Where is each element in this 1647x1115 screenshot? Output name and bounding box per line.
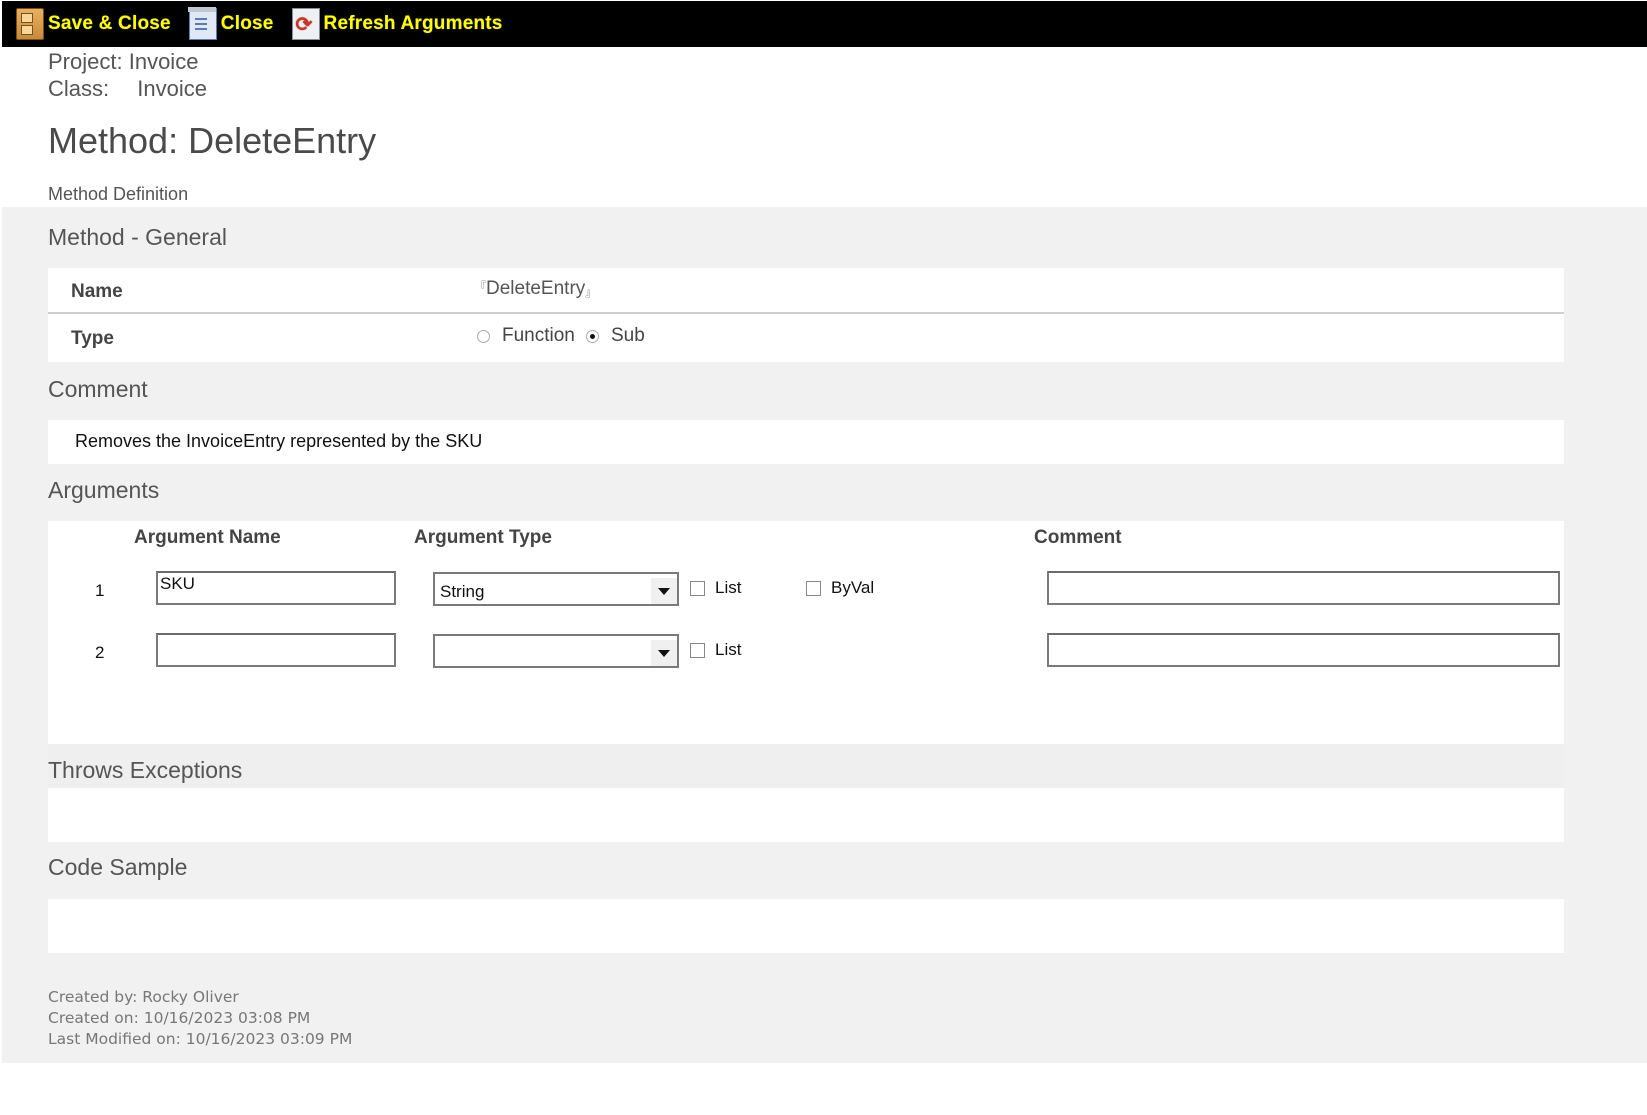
project-value: Invoice — [128, 49, 199, 74]
col-header-comment: Comment — [1034, 527, 1122, 548]
project-line: Project: Invoice — [48, 49, 198, 75]
page-title: Method: DeleteEntry — [48, 120, 377, 161]
argument-type-select[interactable]: String — [433, 572, 679, 606]
byval-checkbox-label: ByVal — [831, 578, 875, 597]
created-on: Created on: 10/16/2023 03:08 PM — [48, 1009, 311, 1027]
code-sample-box[interactable] — [48, 899, 1564, 953]
section-title-comment: Comment — [48, 376, 148, 402]
argument-row-index: 2 — [95, 643, 105, 662]
dropdown-arrow-icon[interactable] — [651, 640, 677, 666]
type-radio-sub[interactable]: Sub — [586, 325, 645, 347]
argument-type-select[interactable] — [433, 634, 679, 668]
radio-sub-label: Sub — [611, 325, 645, 346]
close-button[interactable]: Close — [187, 7, 274, 40]
byval-checkbox[interactable] — [806, 580, 821, 596]
field-start-marker: 『 — [475, 281, 486, 293]
byval-checkbox-wrap[interactable]: ByVal — [806, 578, 874, 598]
list-checkbox-wrap[interactable]: List — [690, 640, 741, 660]
file-cabinet-icon — [16, 8, 44, 40]
created-by: Created by: Rocky Oliver — [48, 988, 239, 1006]
list-checkbox-wrap[interactable]: List — [690, 578, 741, 598]
field-end-marker: 』 — [585, 287, 597, 299]
throws-header-band — [48, 744, 1564, 788]
save-close-button[interactable]: Save & Close — [16, 8, 171, 40]
col-header-argument-type: Argument Type — [414, 527, 552, 548]
save-close-label: Save & Close — [48, 13, 171, 34]
type-label: Type — [71, 328, 114, 349]
argument-comment-input[interactable] — [1047, 633, 1560, 667]
section-title-throws: Throws Exceptions — [48, 757, 243, 783]
toolbar: Save & Close Close Refresh Arguments — [2, 1, 1647, 47]
class-value: Invoice — [137, 76, 207, 101]
class-line: Class: Invoice — [48, 76, 207, 102]
refresh-arguments-label: Refresh Arguments — [323, 13, 503, 34]
list-checkbox[interactable] — [690, 580, 705, 596]
col-header-argument-name: Argument Name — [134, 527, 281, 548]
close-label: Close — [220, 13, 274, 34]
name-field[interactable]: 『DeleteEntry』 — [475, 278, 596, 300]
refresh-arguments-button[interactable]: Refresh Arguments — [291, 8, 503, 40]
argument-comment-input[interactable] — [1047, 571, 1560, 605]
name-value: DeleteEntry — [486, 278, 586, 299]
document-close-icon — [187, 7, 217, 40]
general-divider — [48, 312, 1564, 314]
list-checkbox-label: List — [715, 640, 742, 659]
last-modified-on: Last Modified on: 10/16/2023 03:09 PM — [48, 1030, 353, 1048]
argument-name-input[interactable] — [156, 571, 396, 605]
class-label: Class: — [48, 76, 110, 101]
dropdown-arrow-icon[interactable] — [651, 578, 677, 604]
comment-text: Removes the InvoiceEntry represented by … — [75, 431, 483, 451]
list-checkbox-label: List — [715, 578, 742, 597]
type-radio-function[interactable]: Function — [477, 325, 575, 347]
name-label: Name — [71, 281, 123, 302]
section-title-code-sample: Code Sample — [48, 854, 188, 880]
section-title-arguments: Arguments — [48, 477, 160, 503]
general-box — [48, 268, 1564, 362]
radio-function-label: Function — [502, 325, 575, 346]
radio-function[interactable] — [477, 329, 490, 343]
page-subtitle: Method Definition — [48, 184, 189, 204]
refresh-icon — [291, 8, 320, 40]
section-title-general: Method - General — [48, 224, 227, 250]
radio-sub[interactable] — [586, 329, 599, 343]
project-label: Project: — [48, 49, 123, 74]
throws-box[interactable] — [48, 788, 1564, 842]
argument-name-input[interactable] — [156, 633, 396, 667]
argument-type-value: String — [440, 582, 485, 601]
list-checkbox[interactable] — [690, 642, 705, 658]
argument-row-index: 1 — [95, 581, 105, 600]
